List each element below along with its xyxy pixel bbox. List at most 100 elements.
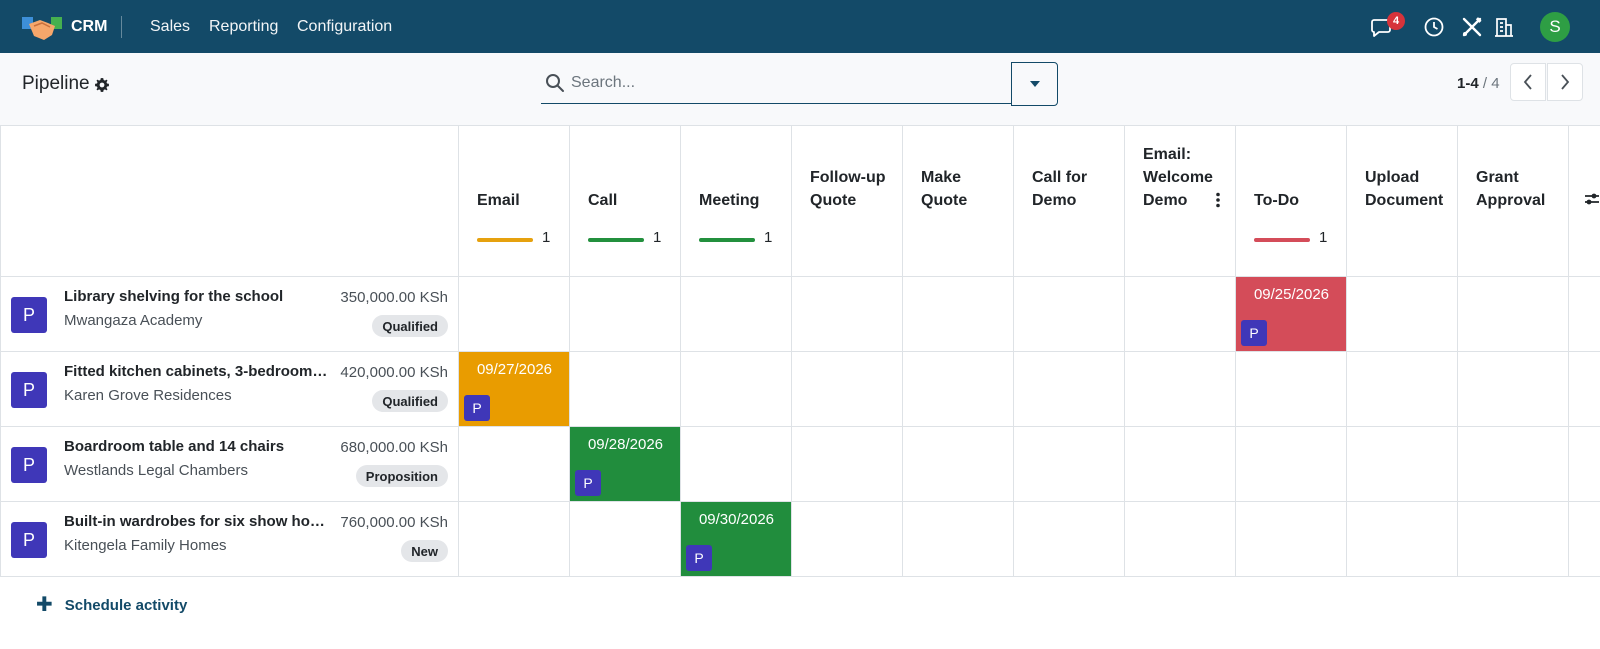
menu-sales[interactable]: Sales bbox=[150, 0, 190, 53]
activity-user-avatar: P bbox=[1241, 320, 1267, 346]
crm-logo-icon[interactable] bbox=[22, 14, 62, 42]
record-amount: 680,000.00 KSh bbox=[340, 439, 448, 456]
activity-cell[interactable]: 09/27/2026 P bbox=[459, 352, 570, 426]
activity-cell[interactable]: 09/28/2026 P bbox=[570, 427, 681, 501]
activity-user-avatar: P bbox=[575, 470, 601, 496]
activity-cell[interactable] bbox=[792, 277, 903, 351]
column-header-0[interactable]: Email 1 bbox=[459, 126, 570, 276]
activity-cell[interactable] bbox=[903, 427, 1014, 501]
activity-cell[interactable] bbox=[1014, 352, 1125, 426]
user-avatar[interactable]: S bbox=[1540, 12, 1570, 42]
stage-badge: Qualified bbox=[372, 390, 448, 412]
activity-cell[interactable]: 09/25/2026 P bbox=[1236, 277, 1347, 351]
activity-cell[interactable] bbox=[903, 277, 1014, 351]
column-progress-bar bbox=[588, 238, 644, 242]
activity-cell[interactable] bbox=[681, 427, 792, 501]
activity-cell[interactable] bbox=[1347, 277, 1458, 351]
record-name[interactable]: Boardroom table and 14 chairs bbox=[64, 438, 328, 455]
pager-total: 4 bbox=[1491, 75, 1500, 92]
record-cell[interactable]: P Fitted kitchen cabinets, 3-bedroom … Kar… bbox=[0, 352, 459, 426]
menu-reporting[interactable]: Reporting bbox=[209, 0, 278, 53]
record-name[interactable]: Fitted kitchen cabinets, 3-bedroom … bbox=[64, 363, 328, 380]
tools-icon[interactable] bbox=[1459, 14, 1485, 40]
activity-date: 09/28/2026 bbox=[587, 436, 664, 453]
activity-cell[interactable] bbox=[1125, 277, 1236, 351]
column-header-7[interactable]: To-Do 1 bbox=[1236, 126, 1347, 276]
record-cell[interactable]: P Library shelving for the school Mwangaza… bbox=[0, 277, 459, 351]
column-header-3[interactable]: Follow-up Quote bbox=[792, 126, 903, 276]
stage-badge: New bbox=[401, 540, 448, 562]
activity-cell[interactable] bbox=[1458, 352, 1569, 426]
building-icon[interactable] bbox=[1491, 14, 1517, 40]
record-name[interactable]: Library shelving for the school bbox=[64, 288, 328, 305]
activity-cell[interactable] bbox=[1458, 502, 1569, 576]
column-label: Follow-up Quote bbox=[810, 169, 886, 209]
gear-icon[interactable] bbox=[94, 77, 110, 93]
activity-cell[interactable] bbox=[792, 502, 903, 576]
activity-cell[interactable] bbox=[570, 352, 681, 426]
activity-cell[interactable] bbox=[1125, 427, 1236, 501]
column-settings-icon[interactable] bbox=[1584, 189, 1600, 209]
search-input[interactable] bbox=[571, 71, 1001, 95]
search-options-toggle[interactable] bbox=[1011, 62, 1058, 106]
activity-cell[interactable] bbox=[570, 502, 681, 576]
activity-cell[interactable]: 09/30/2026 P bbox=[681, 502, 792, 576]
activity-cell[interactable] bbox=[1125, 502, 1236, 576]
activity-cell[interactable] bbox=[459, 502, 570, 576]
search-bar bbox=[541, 62, 1011, 104]
grid-header-row: Email 1 Call 1 Meeting 1 Follow-up Quote Make Q… bbox=[0, 126, 1600, 277]
activity-cell[interactable] bbox=[792, 427, 903, 501]
record-cell[interactable]: P Boardroom table and 14 chairs Westlands … bbox=[0, 427, 459, 501]
clock-icon[interactable] bbox=[1421, 14, 1447, 40]
activity-cell[interactable] bbox=[1236, 352, 1347, 426]
column-label: Call for Demo bbox=[1032, 169, 1088, 209]
activity-cell[interactable] bbox=[1236, 502, 1347, 576]
column-label: Email bbox=[477, 192, 520, 209]
more-options-icon[interactable] bbox=[1215, 192, 1221, 208]
schedule-activity-button[interactable]: ✚ Schedule activity bbox=[36, 595, 188, 615]
activity-cell[interactable] bbox=[681, 277, 792, 351]
activity-date: 09/25/2026 bbox=[1253, 286, 1330, 303]
app-name[interactable]: CRM bbox=[71, 0, 107, 53]
activity-cell[interactable] bbox=[903, 502, 1014, 576]
activity-cell[interactable] bbox=[1458, 427, 1569, 501]
menu-configuration[interactable]: Configuration bbox=[297, 0, 392, 53]
grid-header-corner bbox=[0, 126, 459, 276]
column-header-2[interactable]: Meeting 1 bbox=[681, 126, 792, 276]
activity-cell[interactable] bbox=[1014, 427, 1125, 501]
activity-cell[interactable] bbox=[1014, 277, 1125, 351]
activity-cell[interactable] bbox=[903, 352, 1014, 426]
activity-cell[interactable] bbox=[1236, 427, 1347, 501]
page-title[interactable]: Pipeline bbox=[22, 53, 90, 115]
search-icon bbox=[546, 74, 564, 92]
activity-cell[interactable] bbox=[792, 352, 903, 426]
pager-previous-button[interactable] bbox=[1510, 63, 1546, 101]
activity-cell[interactable] bbox=[1125, 352, 1236, 426]
column-label: Call bbox=[588, 192, 618, 209]
record-partner: Mwangaza Academy bbox=[64, 312, 203, 329]
activity-cell[interactable] bbox=[459, 277, 570, 351]
record-cell[interactable]: P Built-in wardrobes for six show hou… Kit… bbox=[0, 502, 459, 576]
record-amount: 420,000.00 KSh bbox=[340, 364, 448, 381]
activity-cell[interactable] bbox=[1347, 502, 1458, 576]
activity-cell[interactable] bbox=[1458, 277, 1569, 351]
column-header-4[interactable]: Make Quote bbox=[903, 126, 1014, 276]
schedule-activity-label: Schedule activity bbox=[64, 596, 188, 614]
activity-cell[interactable] bbox=[681, 352, 792, 426]
pager-next-button[interactable] bbox=[1547, 63, 1583, 101]
activity-cell[interactable] bbox=[1347, 352, 1458, 426]
activity-cell[interactable] bbox=[570, 277, 681, 351]
column-header-8[interactable]: Upload Document bbox=[1347, 126, 1458, 276]
activity-cell[interactable] bbox=[1347, 427, 1458, 501]
pager-value[interactable]: 1-4 / 4 bbox=[1457, 53, 1500, 115]
column-header-9[interactable]: Grant Approval bbox=[1458, 126, 1569, 276]
column-header-6[interactable]: Email: Welcome Demo bbox=[1125, 126, 1236, 276]
activity-cell[interactable] bbox=[1014, 502, 1125, 576]
column-header-5[interactable]: Call for Demo bbox=[1014, 126, 1125, 276]
column-header-1[interactable]: Call 1 bbox=[570, 126, 681, 276]
activity-cell[interactable] bbox=[459, 427, 570, 501]
record-name[interactable]: Built-in wardrobes for six show hou… bbox=[64, 513, 328, 530]
table-row: P Boardroom table and 14 chairs Westlands … bbox=[0, 427, 1600, 502]
column-count: 1 bbox=[1319, 229, 1328, 246]
column-label: Upload Document bbox=[1365, 169, 1444, 209]
